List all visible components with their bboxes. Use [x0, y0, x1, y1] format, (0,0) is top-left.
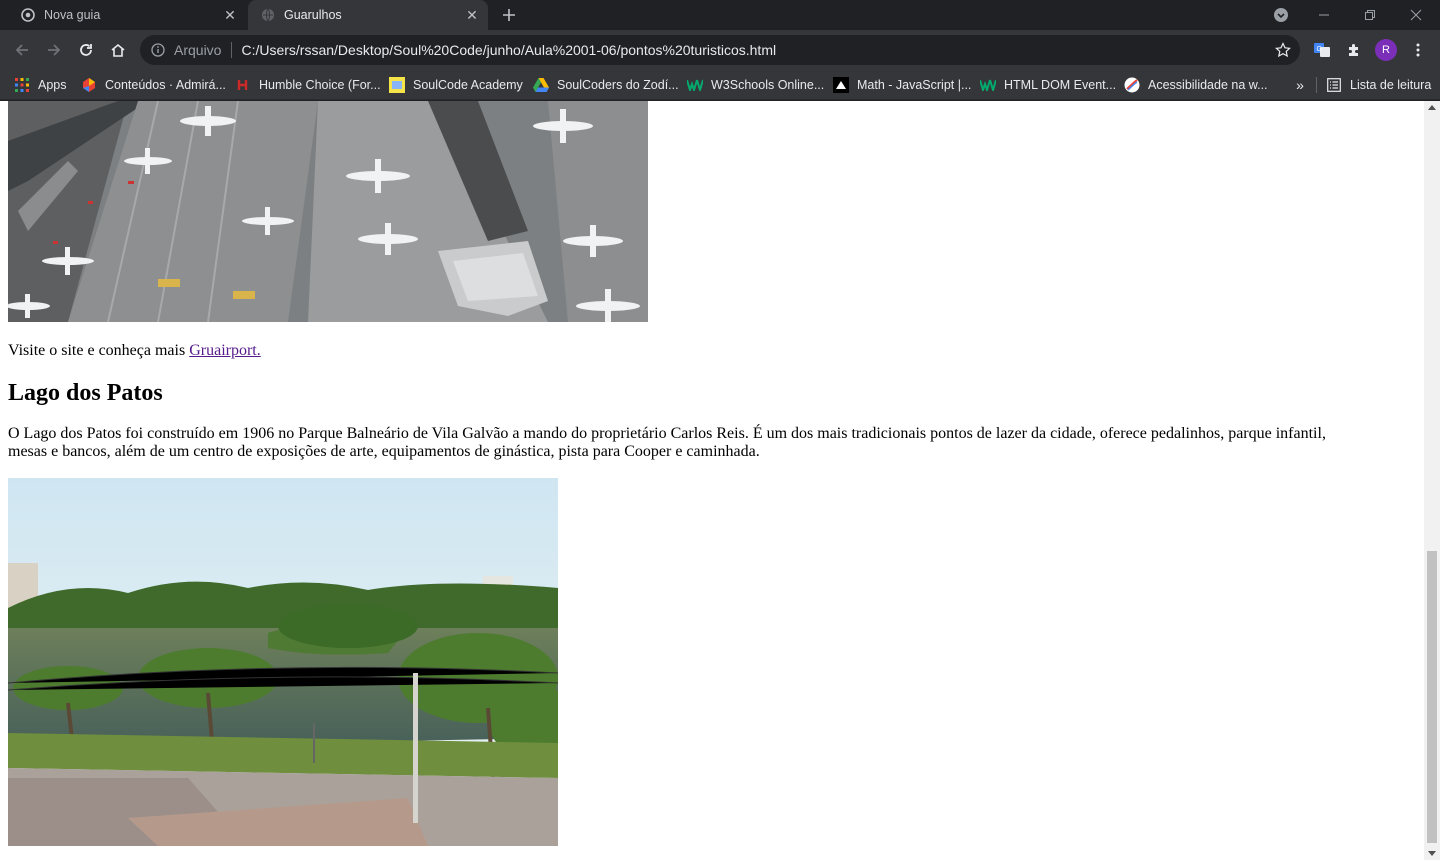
address-bar[interactable]: Arquivo C:/Users/rssan/Desktop/Soul%20Co…	[140, 35, 1300, 65]
bookmark-label: W3Schools Online...	[711, 78, 825, 92]
bookmark-html-dom[interactable]: HTML DOM Event...	[980, 70, 1116, 100]
translate-icon[interactable]: G	[1308, 36, 1336, 64]
w3schools-icon	[980, 77, 996, 93]
vertical-scrollbar[interactable]	[1424, 101, 1440, 860]
bookmark-label: SoulCoders do Zodí...	[557, 78, 679, 92]
minimize-icon[interactable]	[1306, 0, 1342, 30]
bookmark-conteudos[interactable]: Conteúdos · Admirá...	[81, 70, 226, 100]
mdn-icon	[833, 77, 849, 93]
airport-photo	[8, 101, 648, 322]
bookmark-star-icon[interactable]	[1274, 41, 1292, 59]
tab-search-icon[interactable]	[1270, 0, 1292, 30]
description-paragraph: O Lago dos Patos foi construído em 1906 …	[8, 425, 1326, 460]
tab-strip: Nova guia ✕ Guarulhos ✕	[0, 0, 1440, 30]
more-bookmarks-chevron-icon[interactable]: »	[1290, 70, 1310, 100]
bookmark-label: Conteúdos · Admirá...	[105, 78, 226, 92]
chrome-icon	[20, 7, 36, 23]
reading-list-button[interactable]: Lista de leitura	[1326, 70, 1431, 100]
bookmark-soulcode[interactable]: SoulCode Academy	[389, 70, 523, 100]
w3schools-icon	[687, 77, 703, 93]
close-tab-icon[interactable]: ✕	[220, 5, 240, 25]
tab-title: Nova guia	[44, 8, 101, 22]
bookmark-w3schools[interactable]: W3Schools Online...	[687, 70, 824, 100]
window-close-icon[interactable]	[1398, 0, 1434, 30]
svg-text:G: G	[1317, 46, 1322, 53]
restore-icon[interactable]	[1352, 0, 1388, 30]
apps-grid-icon	[14, 77, 30, 93]
lago-dos-patos-photo	[8, 478, 558, 846]
bookmarks-divider	[1316, 77, 1317, 93]
bookmark-soulcoders[interactable]: SoulCoders do Zodí...	[533, 70, 679, 100]
scroll-down-arrow-icon[interactable]	[1428, 851, 1436, 856]
drive-icon	[533, 77, 549, 93]
file-scheme-chip: Arquivo	[174, 42, 222, 58]
bookmark-label: Math - JavaScript |...	[857, 78, 972, 92]
tab-guarulhos[interactable]: Guarulhos ✕	[248, 0, 488, 30]
a11y-icon	[1124, 77, 1140, 93]
new-tab-plus-icon[interactable]	[498, 4, 520, 26]
bookmark-apps[interactable]: Apps	[14, 70, 67, 100]
tab-nova-guia[interactable]: Nova guia ✕	[8, 0, 246, 30]
reading-list-icon	[1326, 77, 1342, 93]
humble-icon	[235, 77, 251, 93]
gruairport-link[interactable]: Gruairport.	[189, 342, 261, 359]
close-tab-icon[interactable]: ✕	[462, 5, 482, 25]
address-separator	[231, 42, 233, 58]
url-text[interactable]: C:/Users/rssan/Desktop/Soul%20Code/junho…	[241, 42, 776, 58]
kebab-menu-icon[interactable]	[1404, 36, 1432, 64]
soulcode-icon	[389, 77, 405, 93]
page-viewport: Visite o site e conheça mais Gruairport.…	[0, 101, 1424, 860]
section-heading: Lago dos Patos	[8, 380, 163, 406]
colorful-logo-icon	[81, 77, 97, 93]
home-icon[interactable]	[104, 36, 132, 64]
bookmark-label: Apps	[38, 78, 67, 92]
bookmarks-bar: Apps Conteúdos · Admirá... Humble Choice…	[0, 70, 1440, 100]
reading-list-label: Lista de leitura	[1350, 78, 1432, 92]
bookmark-acessibilidade[interactable]: Acessibilidade na w...	[1124, 70, 1268, 100]
scrollbar-thumb[interactable]	[1427, 551, 1437, 843]
profile-avatar[interactable]: R	[1375, 39, 1397, 61]
forward-arrow-icon[interactable]	[40, 36, 68, 64]
back-arrow-icon[interactable]	[8, 36, 36, 64]
reload-icon[interactable]	[72, 36, 100, 64]
bookmark-label: Humble Choice (For...	[259, 78, 381, 92]
bookmark-label: HTML DOM Event...	[1004, 78, 1117, 92]
scroll-up-arrow-icon[interactable]	[1428, 105, 1436, 110]
bookmark-label: Acessibilidade na w...	[1148, 78, 1268, 92]
extensions-puzzle-icon[interactable]	[1340, 36, 1368, 64]
bookmark-label: SoulCode Academy	[413, 78, 523, 92]
bookmark-mdn[interactable]: Math - JavaScript |...	[833, 70, 971, 100]
tab-title: Guarulhos	[284, 8, 342, 22]
visit-paragraph: Visite o site e conheça mais Gruairport.	[8, 341, 261, 361]
globe-icon	[260, 7, 276, 23]
visit-text: Visite o site e conheça mais	[8, 342, 190, 359]
bookmark-humble[interactable]: Humble Choice (For...	[235, 70, 381, 100]
info-icon[interactable]	[150, 42, 166, 58]
browser-toolbar: Arquivo C:/Users/rssan/Desktop/Soul%20Co…	[0, 30, 1440, 70]
